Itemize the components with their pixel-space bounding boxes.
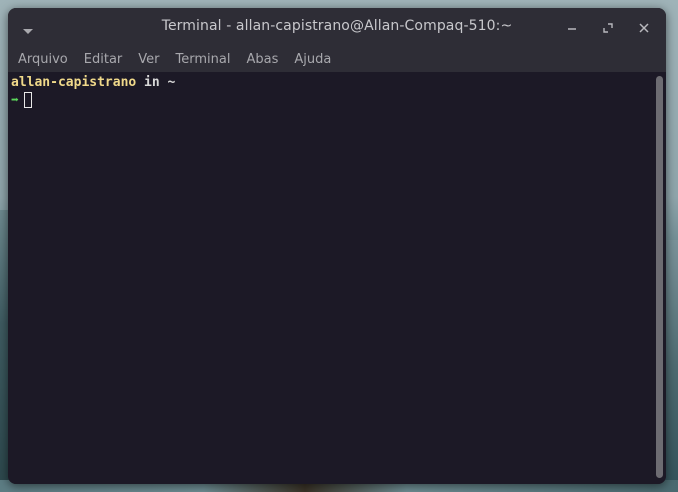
close-button[interactable] <box>632 18 656 38</box>
window-controls <box>560 18 656 38</box>
text-cursor <box>23 92 32 108</box>
wallpaper-right-edge <box>664 240 678 492</box>
prompt-in: in <box>136 75 168 90</box>
menu-bar: Arquivo Editar Ver Terminal Abas Ajuda <box>8 48 666 72</box>
menu-arquivo[interactable]: Arquivo <box>18 48 76 72</box>
menu-ajuda[interactable]: Ajuda <box>294 48 339 72</box>
menu-abas[interactable]: Abas <box>246 48 286 72</box>
menu-terminal[interactable]: Terminal <box>176 48 239 72</box>
close-icon <box>639 23 649 33</box>
prompt-line: allan-capistrano in ~ <box>11 74 650 92</box>
scrollbar-thumb[interactable] <box>656 76 663 478</box>
prompt-directory: ~ <box>167 75 176 90</box>
title-bar[interactable]: Terminal - allan-capistrano@Allan-Compaq… <box>8 8 666 48</box>
input-line[interactable]: ➡ <box>11 92 650 110</box>
terminal-window: Terminal - allan-capistrano@Allan-Compaq… <box>8 8 666 484</box>
menu-editar[interactable]: Editar <box>84 48 131 72</box>
prompt-arrow-icon: ➡ <box>11 93 19 108</box>
minimize-icon <box>568 28 576 30</box>
terminal-output[interactable]: allan-capistrano in ~ ➡ <box>8 72 653 484</box>
minimize-button[interactable] <box>560 18 584 38</box>
scrollbar[interactable] <box>653 72 666 484</box>
maximize-icon <box>603 23 613 33</box>
maximize-button[interactable] <box>596 18 620 38</box>
prompt-user: allan-capistrano <box>11 75 137 90</box>
menu-ver[interactable]: Ver <box>138 48 167 72</box>
